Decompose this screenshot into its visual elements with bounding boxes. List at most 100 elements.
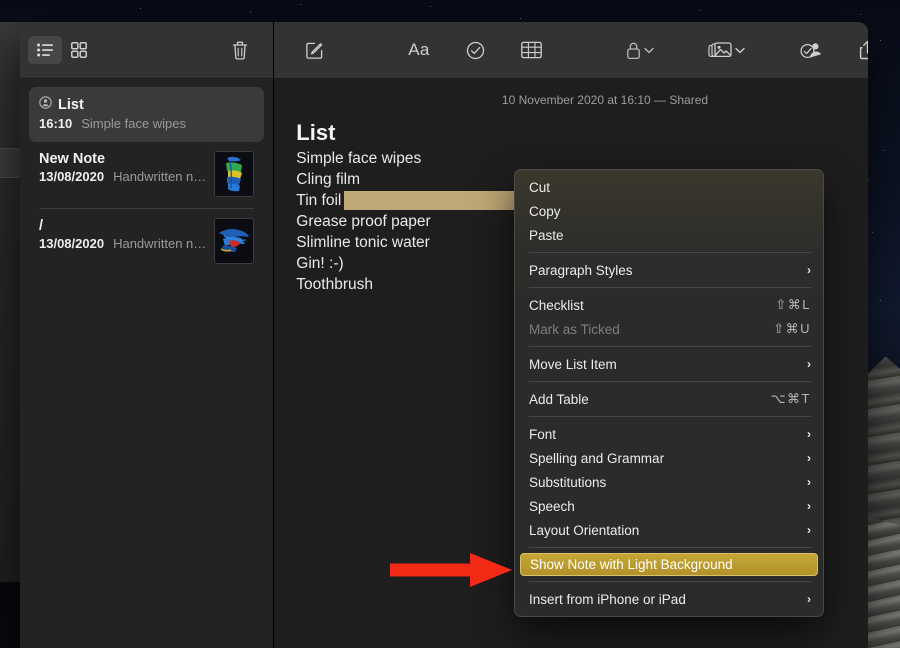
- note-excerpt: Simple face wipes: [81, 116, 186, 131]
- menu-item-shortcut: ⇧⌘U: [773, 321, 811, 337]
- menu-item-label: Add Table: [529, 392, 771, 407]
- menu-item-label: Speech: [529, 499, 797, 514]
- checklist-icon[interactable]: [461, 35, 490, 65]
- note-heading: List: [296, 119, 868, 147]
- desktop: List 16:10 Simple face wipes New Note: [0, 0, 900, 648]
- note-date: 16:10: [39, 116, 72, 131]
- menu-separator: [529, 381, 811, 382]
- note-title: New Note: [39, 151, 105, 167]
- note-line-text: Grease proof paper: [296, 213, 430, 230]
- note-line-text: Slimline tonic water: [296, 234, 430, 251]
- chevron-right-icon: ›: [807, 523, 811, 537]
- star: [880, 300, 881, 301]
- menu-item-label: Insert from iPhone or iPad: [529, 592, 797, 607]
- list-item[interactable]: List 16:10 Simple face wipes: [29, 87, 264, 142]
- note-excerpt: Handwritten n…: [113, 236, 206, 251]
- chevron-right-icon: ›: [807, 475, 811, 489]
- note-line-text: Tin foil: [296, 192, 341, 209]
- share-icon[interactable]: [854, 35, 868, 65]
- menu-item-label: Substitutions: [529, 475, 797, 490]
- menu-item-checklist[interactable]: Checklist⇧⌘L: [515, 293, 823, 317]
- menu-item-label: Spelling and Grammar: [529, 451, 797, 466]
- menu-item-label: Show Note with Light Background: [530, 557, 805, 572]
- note-row-text: List 16:10 Simple face wipes: [39, 96, 254, 131]
- list-item[interactable]: New Note 13/08/2020 Handwritten n…: [29, 142, 264, 208]
- star: [884, 150, 885, 151]
- note-title: List: [58, 97, 84, 113]
- text-selection-highlight: [344, 191, 522, 210]
- menu-item-label: Paragraph Styles: [529, 263, 797, 278]
- menu-separator: [529, 416, 811, 417]
- chevron-right-icon: ›: [807, 451, 811, 465]
- menu-item-font[interactable]: Font›: [515, 422, 823, 446]
- note-date: 13/08/2020: [39, 169, 104, 184]
- chevron-down-icon[interactable]: [735, 47, 745, 54]
- menu-item-substitutions[interactable]: Substitutions ›: [515, 470, 823, 494]
- note-line-text: Simple face wipes: [296, 150, 421, 167]
- background-window-edge: [0, 148, 22, 178]
- table-icon[interactable]: [516, 35, 547, 65]
- menu-item-add-table[interactable]: Add Table⌥⌘T: [515, 387, 823, 411]
- note-date: 13/08/2020: [39, 236, 104, 251]
- star: [430, 6, 431, 7]
- chevron-right-icon: ›: [807, 357, 811, 371]
- menu-item-label: Cut: [529, 180, 811, 195]
- menu-item-move-list-item[interactable]: Move List Item›: [515, 352, 823, 376]
- trash-icon[interactable]: [223, 36, 257, 64]
- star: [868, 180, 869, 181]
- chevron-right-icon: ›: [807, 499, 811, 513]
- sidebar: List 16:10 Simple face wipes New Note: [20, 22, 274, 648]
- lock-icon[interactable]: [621, 35, 659, 65]
- collaborate-icon[interactable]: [794, 35, 828, 65]
- chevron-right-icon: ›: [807, 263, 811, 277]
- format-text-icon[interactable]: Aa: [403, 35, 434, 65]
- media-icon[interactable]: [703, 35, 750, 65]
- note-row-text: New Note 13/08/2020 Handwritten n…: [39, 151, 206, 184]
- note-title-line: /: [39, 218, 206, 234]
- star: [140, 8, 141, 9]
- menu-separator: [529, 346, 811, 347]
- menu-item-layout-orientation[interactable]: Layout Orientation ›: [515, 518, 823, 542]
- chevron-down-icon[interactable]: [644, 47, 654, 54]
- menu-separator: [529, 581, 811, 582]
- main-toolbar: Aa: [274, 22, 868, 79]
- note-line[interactable]: Simple face wipes: [296, 148, 868, 169]
- sidebar-toolbar: [20, 22, 273, 79]
- menu-item-shortcut: ⇧⌘L: [775, 297, 811, 313]
- note-line-text: Toothbrush: [296, 276, 373, 293]
- menu-item-shortcut: ⌥⌘T: [771, 391, 811, 407]
- menu-separator: [529, 547, 811, 548]
- compose-note-icon[interactable]: [300, 35, 329, 65]
- list-view-icon[interactable]: [28, 36, 62, 64]
- menu-item-paste[interactable]: Paste: [515, 223, 823, 247]
- note-subtitle: 16:10 Simple face wipes: [39, 116, 254, 131]
- star: [860, 14, 861, 15]
- star: [872, 232, 873, 233]
- menu-item-label: Copy: [529, 204, 811, 219]
- menu-separator: [529, 287, 811, 288]
- note-title: /: [39, 218, 43, 234]
- note-subtitle: 13/08/2020 Handwritten n…: [39, 236, 206, 251]
- note-thumbnail: [214, 218, 254, 264]
- menu-item-cut[interactable]: Cut: [515, 175, 823, 199]
- grid-view-icon[interactable]: [62, 36, 96, 64]
- note-thumbnail: [214, 151, 254, 197]
- star: [700, 10, 701, 11]
- menu-item-spelling-and-grammar[interactable]: Spelling and Grammar ›: [515, 446, 823, 470]
- chevron-right-icon: ›: [807, 427, 811, 441]
- list-item[interactable]: / 13/08/2020 Handwritten n…: [29, 209, 264, 275]
- note-title-line: List: [39, 96, 254, 114]
- menu-item-copy[interactable]: Copy: [515, 199, 823, 223]
- note-line-text: Gin! :-): [296, 255, 343, 272]
- menu-item-speech[interactable]: Speech ›: [515, 494, 823, 518]
- note-subtitle: 13/08/2020 Handwritten n…: [39, 169, 206, 184]
- note-row-text: / 13/08/2020 Handwritten n…: [39, 218, 206, 251]
- context-menu[interactable]: Cut Copy Paste Paragraph Styles › Checklist⇧⌘…: [514, 169, 824, 617]
- note-title-line: New Note: [39, 151, 206, 167]
- menu-item-label: Layout Orientation: [529, 523, 797, 538]
- menu-item-paragraph-styles[interactable]: Paragraph Styles ›: [515, 258, 823, 282]
- menu-item-label: Mark as Ticked: [529, 322, 773, 337]
- star: [880, 40, 881, 41]
- menu-item-insert-from-iphone-or-ipad[interactable]: Insert from iPhone or iPad›: [515, 587, 823, 611]
- menu-item-show-note-with-light-background[interactable]: Show Note with Light Background: [520, 553, 818, 576]
